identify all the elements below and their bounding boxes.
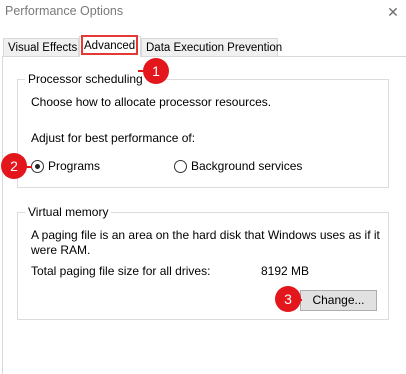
processor-description: Choose how to allocate processor resourc… (31, 95, 272, 109)
advanced-tab-highlight (81, 35, 138, 55)
annotation-badge-3: 3 (275, 286, 301, 312)
programs-label[interactable]: Programs (48, 159, 100, 173)
annotation-badge-1: 1 (143, 58, 169, 84)
paging-file-description-line2: were RAM. (31, 243, 91, 257)
processor-scheduling-legend: Processor scheduling (25, 72, 146, 86)
tab-data-execution-prevention[interactable]: Data Execution Prevention (141, 38, 282, 56)
background-services-label[interactable]: Background services (191, 159, 302, 173)
tab-visual-effects[interactable]: Visual Effects (3, 38, 79, 56)
programs-radio[interactable] (31, 160, 44, 173)
window-title: Performance Options (5, 4, 124, 18)
change-button[interactable]: Change... (300, 290, 377, 311)
close-icon[interactable]: ✕ (384, 3, 402, 21)
virtual-memory-legend: Virtual memory (25, 205, 112, 219)
radio-selected-dot (35, 164, 40, 169)
annotation-badge-2: 2 (1, 153, 27, 179)
total-paging-value: 8192 MB (261, 264, 310, 278)
tab-strip: Visual Effects Advanced Data Execution P… (0, 36, 406, 57)
paging-file-description-line1: A paging file is an area on the hard dis… (31, 228, 380, 242)
title-bar: Performance Options ✕ (0, 0, 406, 26)
total-paging-label: Total paging file size for all drives: (31, 264, 211, 278)
background-services-radio[interactable] (174, 160, 187, 173)
adjust-performance-label: Adjust for best performance of: (31, 131, 196, 145)
